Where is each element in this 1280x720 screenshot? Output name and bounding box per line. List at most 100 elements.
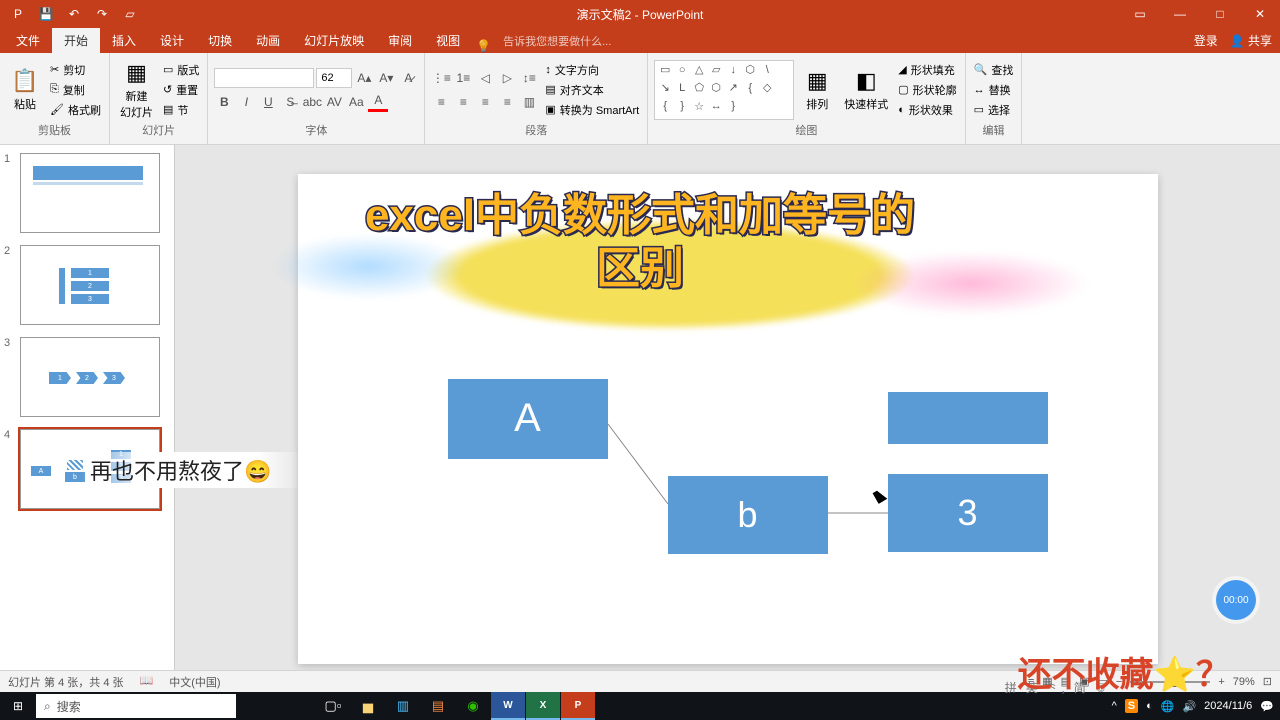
tab-animations[interactable]: 动画 [244, 28, 292, 53]
notification-icon[interactable]: 💬 [1260, 700, 1274, 713]
thumbnail-2[interactable]: 2 1 2 3 [4, 245, 170, 325]
ribbon-options-icon[interactable]: ▭ [1120, 0, 1160, 28]
start-from-beginning-icon[interactable]: ▱ [120, 4, 140, 24]
shape-outline-button[interactable]: ▢ 形状轮廓 [896, 81, 958, 99]
replace-button[interactable]: ↔ 替换 [972, 81, 1016, 99]
font-color-button[interactable]: A [368, 92, 388, 112]
spacing-button[interactable]: AV [324, 92, 344, 112]
word-icon[interactable]: W [491, 692, 525, 720]
new-slide-icon: ▦ [126, 60, 147, 86]
maximize-icon[interactable]: □ [1200, 0, 1240, 28]
align-right-button[interactable]: ≡ [475, 92, 495, 112]
taskbar-date[interactable]: 2024/11/6 [1204, 700, 1252, 712]
app-icon-1[interactable]: ▥ [386, 692, 420, 720]
shape-2[interactable] [888, 392, 1048, 444]
bold-button[interactable]: B [214, 92, 234, 112]
group-editing: 🔍 查找 ↔ 替换 ▭ 选择 编辑 [966, 53, 1023, 144]
quick-styles-button[interactable]: ◧快速样式 [840, 66, 892, 114]
copy-button[interactable]: ⎘ 复制 [48, 81, 103, 99]
shape-b[interactable]: b [668, 476, 828, 554]
language-indicator[interactable]: 中文(中国) [169, 674, 220, 690]
sogou-ime-icon[interactable]: S [1125, 699, 1138, 713]
bullets-button[interactable]: ⋮≡ [431, 68, 451, 88]
smartart-button[interactable]: ▣ 转换为 SmartArt [543, 101, 641, 119]
tell-me-input[interactable]: 告诉我您想要做什么... [499, 29, 615, 53]
start-button[interactable]: ⊞ [0, 692, 36, 720]
font-size-input[interactable] [316, 68, 352, 88]
columns-button[interactable]: ▥ [519, 92, 539, 112]
tab-transitions[interactable]: 切换 [196, 28, 244, 53]
redo-icon[interactable]: ↷ [92, 4, 112, 24]
align-center-button[interactable]: ≡ [453, 92, 473, 112]
paste-button[interactable]: 📋粘贴 [6, 66, 44, 114]
tab-insert[interactable]: 插入 [100, 28, 148, 53]
tray-expand-icon[interactable]: ^ [1112, 700, 1117, 712]
increase-font-icon[interactable]: A▴ [354, 68, 374, 88]
excel-icon[interactable]: X [526, 692, 560, 720]
increase-indent-button[interactable]: ▷ [497, 68, 517, 88]
new-slide-button[interactable]: ▦新建 幻灯片 [116, 58, 157, 122]
cut-button[interactable]: ✂ 剪切 [48, 61, 103, 79]
window-title: 演示文稿2 - PowerPoint [577, 6, 704, 23]
font-name-input[interactable] [214, 68, 314, 88]
underline-button[interactable]: U [258, 92, 278, 112]
layout-button[interactable]: ▭ 版式 [161, 61, 201, 79]
shape-3[interactable]: 3 [888, 474, 1048, 552]
justify-button[interactable]: ≡ [497, 92, 517, 112]
spell-check-icon[interactable]: 📖 [140, 674, 154, 690]
login-button[interactable]: 登录 [1194, 32, 1218, 49]
shape-fill-button[interactable]: ◢ 形状填充 [896, 61, 958, 79]
line-spacing-button[interactable]: ↕≡ [519, 68, 539, 88]
overlay-title: excel中负数形式和加等号的 区别 [365, 190, 915, 296]
strikethrough-button[interactable]: S̶ [280, 92, 300, 112]
italic-button[interactable]: I [236, 92, 256, 112]
undo-icon[interactable]: ↶ [64, 4, 84, 24]
shape-effects-button[interactable]: ◐ 形状效果 [896, 101, 958, 119]
text-direction-button[interactable]: ↕ 文字方向 [543, 61, 641, 79]
tab-review[interactable]: 审阅 [376, 28, 424, 53]
tab-design[interactable]: 设计 [148, 28, 196, 53]
zoom-level[interactable]: 79% [1233, 676, 1255, 688]
change-case-button[interactable]: Aa [346, 92, 366, 112]
volume-icon[interactable]: 🔊 [1182, 700, 1196, 713]
align-left-button[interactable]: ≡ [431, 92, 451, 112]
group-clipboard: 📋粘贴 ✂ 剪切 ⎘ 复制 🖌 格式刷 剪贴板 [0, 53, 110, 144]
thumbnail-3[interactable]: 3 1 2 3 [4, 337, 170, 417]
explorer-icon[interactable]: ▅ [351, 692, 385, 720]
section-button[interactable]: ▤ 节 [161, 101, 201, 119]
share-button[interactable]: 👤 共享 [1230, 32, 1272, 49]
slide-thumbnails-panel[interactable]: 1 2 1 2 3 3 1 2 3 4 [0, 145, 175, 692]
shape-A[interactable]: A [448, 379, 608, 459]
reset-button[interactable]: ↺ 重置 [161, 81, 201, 99]
select-button[interactable]: ▭ 选择 [972, 101, 1016, 119]
find-button[interactable]: 🔍 查找 [972, 61, 1016, 79]
network-icon[interactable]: 🌐 [1161, 700, 1175, 713]
decrease-indent-button[interactable]: ◁ [475, 68, 495, 88]
save-icon[interactable]: 💾 [36, 4, 56, 24]
shadow-button[interactable]: abc [302, 92, 322, 112]
tab-home[interactable]: 开始 [52, 28, 100, 53]
taskbar: ⊞ ⌕ 搜索 ▢▫ ▅ ▥ ▤ ◉ W X P ^ S ◐ 🌐 🔊 2024/1… [0, 692, 1280, 720]
taskbar-search[interactable]: ⌕ 搜索 [36, 694, 236, 718]
powerpoint-icon[interactable]: P [561, 692, 595, 720]
ppt-app-icon[interactable]: P [8, 4, 28, 24]
group-drawing: ▭○△▱↓⬡\ ↘L⬠⬡↗{ ◇{}☆↔} ▦排列 ◧快速样式 ◢ 形状填充 ▢… [648, 53, 965, 144]
tab-slideshow[interactable]: 幻灯片放映 [292, 28, 376, 53]
minimize-icon[interactable]: — [1160, 0, 1200, 28]
wechat-icon[interactable]: ◉ [456, 692, 490, 720]
numbering-button[interactable]: 1≡ [453, 68, 473, 88]
arrange-button[interactable]: ▦排列 [798, 66, 836, 114]
clear-format-icon[interactable]: A̷ [398, 68, 418, 88]
decrease-font-icon[interactable]: A▾ [376, 68, 396, 88]
align-text-button[interactable]: ▤ 对齐文本 [543, 81, 641, 99]
thumbnail-1[interactable]: 1 [4, 153, 170, 233]
task-view-icon[interactable]: ▢▫ [316, 692, 350, 720]
close-icon[interactable]: ✕ [1240, 0, 1280, 28]
tab-view[interactable]: 视图 [424, 28, 472, 53]
format-painter-button[interactable]: 🖌 格式刷 [48, 101, 103, 119]
app-icon-2[interactable]: ▤ [421, 692, 455, 720]
tray-icon-1[interactable]: ◐ [1146, 700, 1153, 712]
tab-file[interactable]: 文件 [4, 28, 52, 53]
shapes-gallery[interactable]: ▭○△▱↓⬡\ ↘L⬠⬡↗{ ◇{}☆↔} [654, 60, 794, 120]
fit-window-icon[interactable]: ⊡ [1263, 675, 1272, 688]
